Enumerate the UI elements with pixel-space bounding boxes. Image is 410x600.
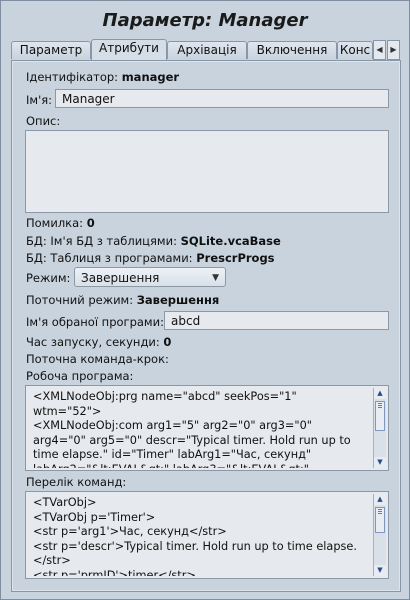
tab-scroll-left-icon[interactable]: ◀ xyxy=(373,40,386,60)
table-label: БД: Таблиця з програмами: xyxy=(26,251,193,265)
mode-label: Режим: xyxy=(26,271,71,285)
start-time-value: 0 xyxy=(163,335,172,349)
command-list-label: Перелік команд: xyxy=(26,475,127,489)
identifier-label: Ідентифікатор: xyxy=(26,70,119,84)
identifier-value: manager xyxy=(121,70,180,84)
work-program-field[interactable]: <XMLNodeObj:prg name="abcd" seekPos="1" … xyxy=(25,385,389,471)
command-list-field[interactable]: <TVarObj> <TVarObj p='Timer'> <str p='ar… xyxy=(25,491,389,579)
program-name-field[interactable]: abcd xyxy=(164,311,389,330)
name-field[interactable]: Manager xyxy=(55,89,389,108)
current-mode-value: Завершення xyxy=(136,293,220,307)
start-time-row: Час запуску, секунди: 0 xyxy=(26,335,171,349)
scroll-up-icon[interactable]: ▲ xyxy=(374,388,386,399)
error-row: Помилка: 0 xyxy=(26,216,95,230)
tab-inclusion[interactable]: Включення xyxy=(247,41,337,59)
scroll-up-icon[interactable]: ▲ xyxy=(374,494,386,505)
dialog-title: Параметр: Manager xyxy=(102,10,308,31)
name-label: Ім'я: xyxy=(26,93,53,107)
scrollbar-thumb[interactable] xyxy=(375,401,385,431)
parameter-dialog: Параметр: Manager Параметр Атрибути Архі… xyxy=(0,0,410,600)
db-value: SQLite.vcaBase xyxy=(180,234,281,248)
tab-scroll-right-icon[interactable]: ▶ xyxy=(387,40,400,60)
table-value: PrescrProgs xyxy=(196,251,275,265)
tab-attributes[interactable]: Атрибути xyxy=(91,39,167,60)
description-field[interactable] xyxy=(25,130,389,213)
scrollbar-thumb[interactable] xyxy=(375,507,385,533)
description-label: Опис: xyxy=(26,114,61,128)
table-row: БД: Таблиця з програмами: PrescrProgs xyxy=(26,251,275,265)
current-command-label: Поточна команда-крок: xyxy=(26,352,169,366)
command-list-scrollbar[interactable]: ▲ ▼ xyxy=(373,494,386,576)
program-label: Ім'я обраної програми: xyxy=(26,315,164,329)
work-program-scrollbar[interactable]: ▲ ▼ xyxy=(373,388,386,468)
mode-select[interactable]: Завершення ▼ xyxy=(74,267,226,287)
start-time-label: Час запуску, секунди: xyxy=(26,335,160,349)
work-program-text: <XMLNodeObj:prg name="abcd" seekPos="1" … xyxy=(33,390,351,468)
tab-parameter[interactable]: Параметр xyxy=(11,41,91,59)
current-mode-row: Поточний режим: Завершення xyxy=(26,293,219,307)
db-label: БД: Ім'я БД з таблицями: xyxy=(26,234,177,248)
mode-select-value: Завершення xyxy=(81,271,160,285)
work-program-label: Робоча програма: xyxy=(26,369,134,383)
command-list-text: <TVarObj> <TVarObj p='Timer'> <str p='ar… xyxy=(33,496,357,576)
error-value: 0 xyxy=(86,216,95,230)
current-mode-label: Поточний режим: xyxy=(26,293,134,307)
error-label: Помилка: xyxy=(26,216,84,230)
description-text xyxy=(33,135,366,210)
tab-archiving[interactable]: Архівація xyxy=(167,41,247,59)
scroll-down-icon[interactable]: ▼ xyxy=(374,565,386,576)
identifier-row: Ідентифікатор: manager xyxy=(26,70,179,84)
tab-bar: Параметр Атрибути Архівація Включення Ко… xyxy=(11,39,401,60)
chevron-down-icon: ▼ xyxy=(212,273,219,283)
attributes-panel: Ідентифікатор: manager Ім'я: Manager Опи… xyxy=(11,60,401,592)
scroll-down-icon[interactable]: ▼ xyxy=(374,457,386,468)
tab-console[interactable]: Конс xyxy=(337,41,373,59)
db-row: БД: Ім'я БД з таблицями: SQLite.vcaBase xyxy=(26,234,281,248)
